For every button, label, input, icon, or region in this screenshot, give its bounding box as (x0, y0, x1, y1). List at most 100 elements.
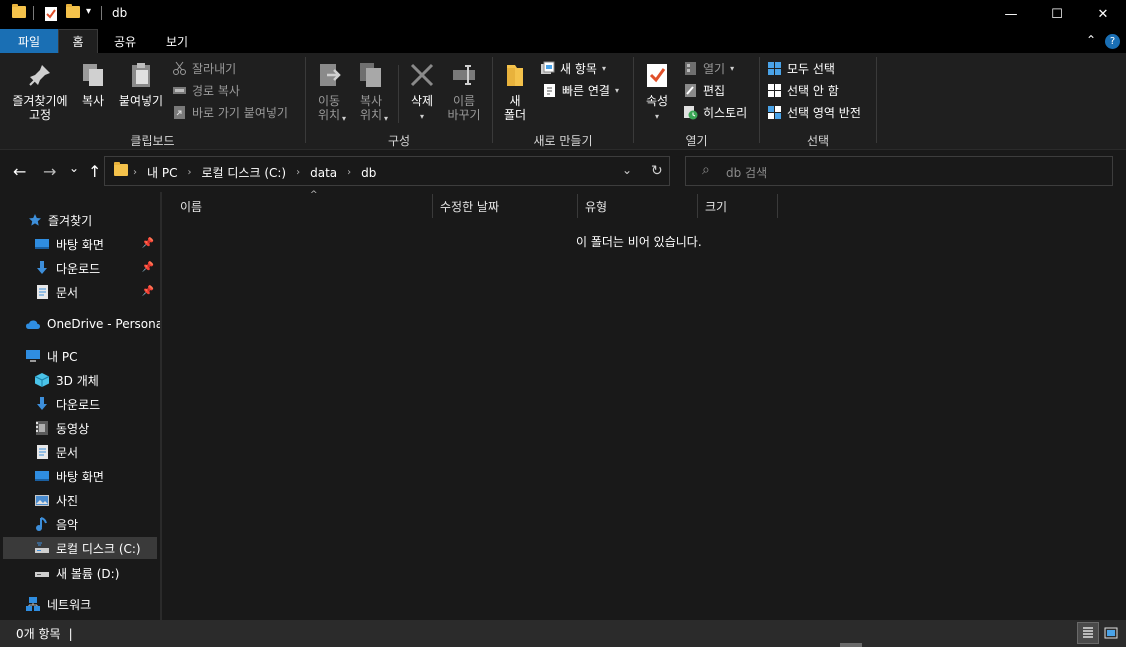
nav-item-pc-desktop[interactable]: 바탕 화면 (0, 465, 160, 487)
breadcrumb-item[interactable]: db (361, 166, 376, 180)
nav-item-documents[interactable]: 문서 📌 (0, 281, 160, 303)
breadcrumb-item[interactable]: 로컬 디스크 (C:) (201, 164, 286, 181)
paste-label: 붙여넣기 (118, 94, 164, 108)
select-all-button[interactable]: 모두 선택 (767, 58, 835, 78)
copy-to-button[interactable]: 복사 위치 ▾ (354, 61, 388, 123)
refresh-icon[interactable]: ↻ (651, 163, 663, 179)
copy-to-caret-icon: ▾ (384, 114, 389, 123)
column-header-size[interactable]: 크기 (699, 194, 778, 218)
rename-label: 이름 바꾸기 (447, 94, 481, 122)
properties-check-icon[interactable] (44, 6, 58, 22)
nav-item-label: 네트워크 (47, 597, 92, 612)
minimize-button[interactable]: — (988, 0, 1034, 29)
cut-button[interactable]: 잘라내기 (172, 58, 236, 78)
scrollbar-thumb[interactable] (840, 643, 862, 647)
easy-access-button[interactable]: 빠른 연결 ▾ (542, 80, 619, 100)
pin-icon: 📌 (141, 286, 154, 297)
nav-item-pictures[interactable]: 사진 (0, 489, 160, 511)
paste-button[interactable]: 붙여넣기 (116, 61, 166, 108)
nav-item-music[interactable]: 음악 (0, 513, 160, 535)
breadcrumb-item[interactable]: data (310, 166, 337, 180)
column-header-label: 크기 (705, 199, 728, 214)
copy-button[interactable]: 복사 (76, 61, 110, 108)
maximize-button[interactable]: ☐ (1034, 0, 1080, 29)
back-button[interactable]: ← (13, 162, 26, 181)
nav-item-label: 문서 (56, 285, 79, 300)
new-item-button[interactable]: 새 항목 ▾ (540, 58, 606, 78)
details-view-icon (1083, 627, 1093, 638)
address-dropdown-icon[interactable]: ⌄ (622, 163, 632, 177)
delete-label: 삭제 (410, 94, 434, 108)
forward-button[interactable]: → (43, 162, 56, 181)
search-icon: ⌕ (702, 162, 710, 178)
pin-to-quick-access-label: 즐겨찾기에 고정 (12, 94, 68, 122)
edit-button[interactable]: 편집 (683, 80, 725, 100)
select-all-label: 모두 선택 (787, 61, 835, 76)
group-separator (759, 57, 760, 143)
group-separator (492, 57, 493, 143)
nav-item-label: 문서 (56, 445, 79, 460)
move-to-caret-icon: ▾ (342, 114, 347, 123)
nav-item-this-pc[interactable]: 내 PC (0, 345, 160, 367)
column-header-type[interactable]: 유형 (579, 194, 698, 218)
nav-item-network[interactable]: 네트워크 (0, 593, 160, 615)
nav-item-desktop[interactable]: 바탕 화면 📌 (0, 233, 160, 255)
paste-shortcut-button[interactable]: 바로 가기 붙여넣기 (172, 102, 288, 122)
nav-item-3d-objects[interactable]: 3D 개체 (0, 369, 160, 391)
select-group-label: 선택 (806, 134, 830, 148)
column-header-label: 이름 (180, 199, 203, 214)
properties-button[interactable]: 속성 ▾ (641, 61, 673, 124)
tab-share[interactable]: 공유 (100, 29, 150, 53)
open-button[interactable]: 열기 ▾ (683, 58, 734, 78)
rename-button[interactable]: 이름 바꾸기 (444, 61, 484, 122)
history-button[interactable]: 히스토리 (683, 102, 747, 122)
nav-item-quick-access[interactable]: 즐겨찾기 (0, 209, 160, 231)
pin-icon: 📌 (141, 238, 154, 249)
invert-selection-button[interactable]: 선택 영역 반전 (767, 102, 861, 122)
delete-button[interactable]: 삭제 ▾ (405, 61, 439, 124)
pin-to-quick-access-button[interactable]: 즐겨찾기에 고정 (8, 61, 72, 122)
tab-view[interactable]: 보기 (152, 29, 202, 53)
nav-item-downloads[interactable]: 다운로드 📌 (0, 257, 160, 279)
nav-item-label: 3D 개체 (56, 373, 99, 388)
nav-item-label: 즐겨찾기 (48, 213, 93, 228)
select-none-button[interactable]: 선택 안 함 (767, 80, 839, 100)
breadcrumb-item[interactable]: 내 PC (147, 164, 177, 181)
navigation-bar: ← → ⌄ ↑ › 내 PC › 로컬 디스크 (C:) › data › db… (0, 150, 1126, 192)
nav-item-label: 로컬 디스크 (C:) (56, 541, 141, 556)
open-icon (683, 61, 698, 76)
nav-item-onedrive[interactable]: OneDrive - Personal (0, 313, 166, 335)
help-icon[interactable]: ? (1105, 34, 1120, 49)
file-list[interactable]: 이름 ^ 수정한 날짜 유형 크기 이 폴더는 비어 있습니다. (162, 190, 1126, 620)
details-view-button[interactable] (1077, 622, 1099, 644)
large-icons-view-icon (1104, 627, 1118, 639)
column-header-name[interactable]: 이름 ^ (174, 190, 433, 218)
tab-home[interactable]: 홈 (58, 29, 98, 53)
cube-3d-icon (34, 372, 50, 388)
nav-item-label: 바탕 화면 (56, 469, 104, 484)
recent-locations-button[interactable]: ⌄ (69, 161, 79, 175)
move-to-button[interactable]: 이동 위치 ▾ (312, 61, 346, 123)
new-folder-label: 새 폴더 (503, 94, 527, 122)
close-button[interactable]: ✕ (1080, 0, 1126, 29)
empty-folder-message: 이 폴더는 비어 있습니다. (576, 235, 702, 249)
qa-customize-icon[interactable]: ▾ (86, 6, 91, 17)
nav-item-local-disk-c[interactable]: 로컬 디스크 (C:) (3, 537, 157, 559)
ribbon-tab-row: 파일 홈 공유 보기 ⌃ ? (0, 29, 1126, 53)
nav-item-pc-documents[interactable]: 문서 (0, 441, 160, 463)
new-folder-quick-icon[interactable] (66, 4, 80, 18)
folder-icon (114, 162, 128, 176)
new-folder-button[interactable]: 새 폴더 (500, 61, 530, 122)
nav-item-videos[interactable]: 동영상 (0, 417, 160, 439)
copy-path-button[interactable]: 경로 복사 (172, 80, 240, 100)
nav-item-volume-d[interactable]: 새 볼륨 (D:) (0, 562, 160, 584)
nav-item-pc-downloads[interactable]: 다운로드 (0, 393, 160, 415)
search-box[interactable]: ⌕ db 검색 (685, 156, 1113, 186)
address-bar[interactable]: › 내 PC › 로컬 디스크 (C:) › data › db ⌄ ↻ (104, 156, 670, 186)
collapse-ribbon-icon[interactable]: ⌃ (1086, 33, 1096, 47)
tab-file[interactable]: 파일 (0, 29, 58, 53)
large-icons-view-button[interactable] (1100, 622, 1122, 644)
easy-access-icon (542, 83, 557, 98)
up-button[interactable]: ↑ (88, 162, 101, 181)
column-header-modified[interactable]: 수정한 날짜 (434, 194, 578, 218)
